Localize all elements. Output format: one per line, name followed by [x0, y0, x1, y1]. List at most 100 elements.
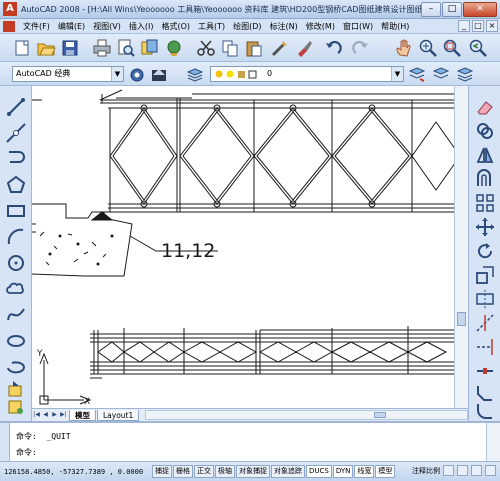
- save-icon[interactable]: [60, 38, 80, 58]
- workspace-settings-icon[interactable]: [128, 66, 146, 84]
- minimize-button[interactable]: –: [421, 2, 441, 17]
- layer-previous-icon[interactable]: [432, 65, 450, 83]
- menu-modify[interactable]: 修改(M): [302, 21, 339, 32]
- osnap-toggle[interactable]: 对象捕捉: [236, 465, 270, 478]
- layer-manager-icon[interactable]: [186, 66, 204, 84]
- polygon-icon[interactable]: [5, 174, 27, 196]
- maximize-button[interactable]: □: [442, 2, 462, 17]
- spline-icon[interactable]: [5, 304, 27, 326]
- move-icon[interactable]: [474, 216, 496, 238]
- open-icon[interactable]: [36, 38, 56, 58]
- menu-draw[interactable]: 绘图(D): [229, 21, 265, 32]
- paste-icon[interactable]: [244, 38, 264, 58]
- menu-file[interactable]: 文件(F): [19, 21, 54, 32]
- fillet-icon[interactable]: [474, 400, 496, 422]
- layer-isolate-icon[interactable]: [456, 65, 474, 83]
- menu-view[interactable]: 视图(V): [89, 21, 125, 32]
- pan-icon[interactable]: [394, 38, 414, 58]
- drawing-canvas[interactable]: 11,12 Y X: [32, 86, 468, 408]
- auto-scale-icon[interactable]: [457, 465, 468, 476]
- construction-line-icon[interactable]: [5, 122, 27, 144]
- new-icon[interactable]: [12, 38, 32, 58]
- menu-edit[interactable]: 编辑(E): [54, 21, 89, 32]
- ducs-toggle[interactable]: DUCS: [306, 465, 332, 478]
- zoom-realtime-icon[interactable]: [418, 38, 438, 58]
- clean-screen-icon[interactable]: [485, 465, 496, 476]
- menu-insert[interactable]: 插入(I): [125, 21, 158, 32]
- rotate-icon[interactable]: [474, 240, 496, 262]
- workspace-select[interactable]: AutoCAD 经典 ▼: [12, 66, 124, 82]
- erase-icon[interactable]: [474, 96, 496, 118]
- extend-icon[interactable]: [474, 336, 496, 358]
- print-icon[interactable]: [92, 38, 112, 58]
- annotation-visibility-icon[interactable]: [443, 465, 454, 476]
- command-history-line: 命令: _QUIT: [16, 432, 71, 441]
- menu-help[interactable]: 帮助(H): [377, 21, 413, 32]
- horizontal-scroll-thumb[interactable]: [374, 412, 387, 418]
- doc-close-button[interactable]: ×: [486, 20, 498, 32]
- brush-icon[interactable]: [294, 38, 314, 58]
- dyn-toggle[interactable]: DYN: [332, 465, 354, 478]
- lock-icon[interactable]: [471, 465, 482, 476]
- menu-dimension[interactable]: 标注(N): [266, 21, 302, 32]
- publish-icon[interactable]: [140, 38, 160, 58]
- next-tab-icon[interactable]: ▶: [50, 410, 59, 420]
- snap-toggle[interactable]: 捕捉: [152, 465, 172, 478]
- command-scrollbar[interactable]: [486, 423, 500, 461]
- arc-icon[interactable]: [5, 226, 27, 248]
- model-toggle[interactable]: 模型: [375, 465, 396, 478]
- array-icon[interactable]: [474, 192, 496, 214]
- line-icon[interactable]: [5, 96, 27, 118]
- layer-select[interactable]: 0 ▼: [210, 66, 404, 82]
- cut-icon[interactable]: [196, 38, 216, 58]
- doc-restore-button[interactable]: □: [472, 20, 484, 32]
- ellipse-icon[interactable]: [5, 330, 27, 352]
- rectangle-icon[interactable]: [5, 200, 27, 222]
- workspace-save-icon[interactable]: [150, 66, 168, 84]
- mirror-icon[interactable]: [474, 144, 496, 166]
- polar-toggle[interactable]: 极轴: [215, 465, 235, 478]
- 3d-icon[interactable]: [164, 38, 184, 58]
- menu-tools[interactable]: 工具(T): [194, 21, 229, 32]
- ellipse-arc-icon[interactable]: [5, 356, 27, 378]
- menu-format[interactable]: 格式(O): [157, 21, 194, 32]
- copy-icon[interactable]: [220, 38, 240, 58]
- command-prompt[interactable]: 命令:: [16, 447, 37, 458]
- menu-window[interactable]: 窗口(W): [339, 21, 377, 32]
- command-window-grip[interactable]: [0, 423, 10, 461]
- last-tab-icon[interactable]: ▶|: [59, 410, 68, 420]
- otrack-toggle[interactable]: 对象追踪: [271, 465, 305, 478]
- doc-minimize-button[interactable]: _: [458, 20, 470, 32]
- zoom-previous-icon[interactable]: [468, 38, 488, 58]
- grid-toggle[interactable]: 栅格: [173, 465, 193, 478]
- revision-cloud-icon[interactable]: [5, 278, 27, 300]
- offset-icon[interactable]: [474, 168, 496, 190]
- lineweight-toggle[interactable]: 线宽: [354, 465, 375, 478]
- redo-icon[interactable]: [350, 38, 370, 58]
- stretch-icon[interactable]: [474, 288, 496, 310]
- preview-icon[interactable]: [116, 38, 136, 58]
- circle-icon[interactable]: [5, 252, 27, 274]
- scale-icon[interactable]: [474, 264, 496, 286]
- annotation-scale-label[interactable]: 注释比例: [412, 466, 440, 476]
- vertical-scroll-thumb[interactable]: [457, 312, 466, 326]
- zoom-window-icon[interactable]: [442, 38, 462, 58]
- break-icon[interactable]: [474, 360, 496, 382]
- command-window[interactable]: 命令: _QUIT 命令:: [0, 421, 500, 461]
- close-button[interactable]: ✕: [463, 2, 497, 17]
- document-icon[interactable]: [3, 20, 15, 32]
- match-prop-icon[interactable]: [270, 38, 290, 58]
- horizontal-scrollbar[interactable]: [145, 410, 468, 420]
- polyline-icon[interactable]: [5, 148, 27, 170]
- prev-tab-icon[interactable]: ◀: [41, 410, 50, 420]
- trim-icon[interactable]: [474, 312, 496, 334]
- copy-object-icon[interactable]: [474, 120, 496, 142]
- first-tab-icon[interactable]: |◀: [32, 410, 41, 420]
- undo-icon[interactable]: [324, 38, 344, 58]
- ortho-toggle[interactable]: 正交: [194, 465, 214, 478]
- make-current-layer-icon[interactable]: [408, 65, 426, 83]
- make-block-icon[interactable]: [5, 396, 27, 418]
- tab-layout1[interactable]: Layout1: [97, 409, 140, 421]
- tab-model[interactable]: 模型: [69, 409, 96, 421]
- vertical-scrollbar[interactable]: [454, 86, 468, 408]
